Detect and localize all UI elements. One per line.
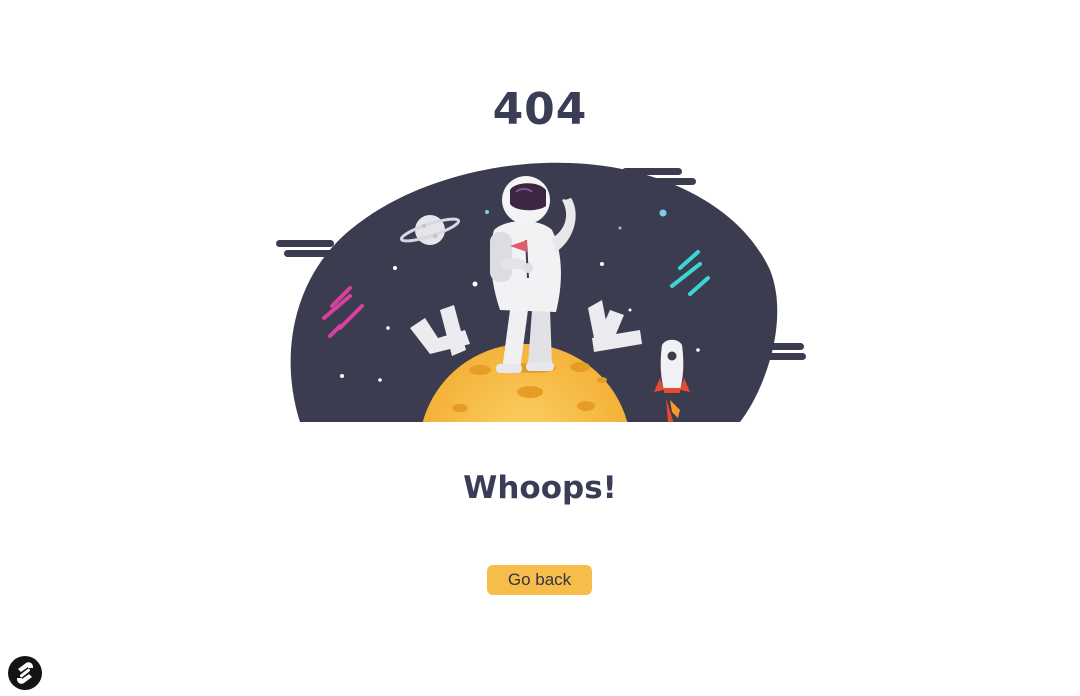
go-back-button[interactable]: Go back <box>487 565 592 595</box>
brand-logo-glyph <box>17 662 33 684</box>
brand-logo-icon[interactable] <box>8 656 42 690</box>
headline: Whoops! <box>463 470 617 506</box>
error-page: 404 Whoops! Go back <box>0 0 1080 696</box>
error-code: 404 <box>492 84 588 135</box>
astronaut-illustration <box>276 162 806 422</box>
